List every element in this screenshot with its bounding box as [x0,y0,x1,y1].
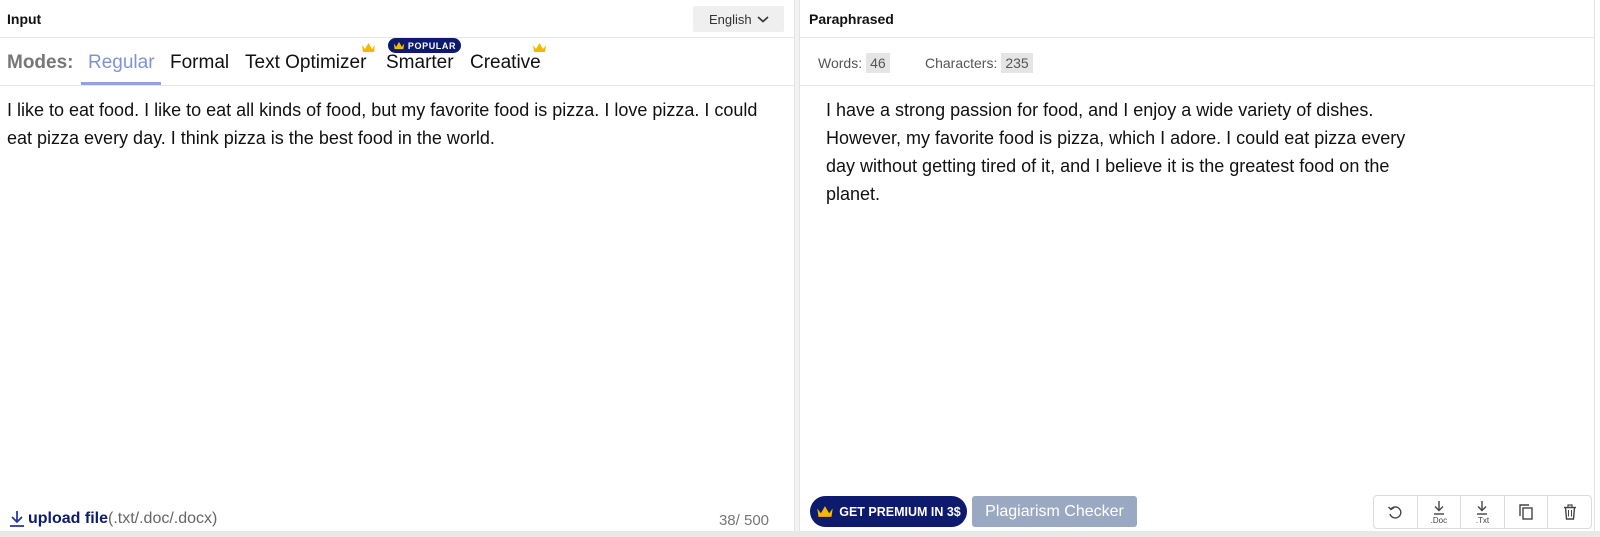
popular-label: POPULAR [407,40,457,51]
characters-label: Characters: [925,55,998,71]
output-toolbar: .Doc .Txt [1373,495,1592,529]
input-textarea[interactable]: I like to eat food. I like to eat all ki… [7,96,767,152]
get-premium-button[interactable]: GET PREMIUM IN 3$ [810,496,967,527]
download-txt-caption: .Txt [1475,515,1490,525]
tab-smarter[interactable]: Smarter [386,52,454,74]
words-value: 46 [866,53,890,73]
tab-regular[interactable]: Regular [88,52,155,74]
stats-bar: Words: 46 Characters: 235 [800,38,1594,86]
plagiarism-checker-button[interactable]: Plagiarism Checker [972,496,1137,527]
modes-bar: Modes: Regular Formal Text Optimizer Sma… [0,38,794,86]
tab-formal[interactable]: Formal [170,52,229,74]
chevron-down-icon [757,16,769,23]
undo-icon [1388,506,1402,519]
output-header: Paraphrased [800,0,1594,38]
output-title: Paraphrased [809,11,894,27]
popular-badge: POPULAR [388,38,461,53]
crown-icon [817,506,833,517]
download-icon [1477,500,1488,515]
download-doc-caption: .Doc [1430,515,1448,525]
download-txt-button[interactable]: .Txt [1461,496,1505,528]
paraphrased-output: I have a strong passion for food, and I … [826,100,1406,204]
language-value: English [709,11,752,27]
tab-creative[interactable]: Creative [470,52,541,74]
active-tab-indicator [81,82,161,85]
upload-file-link[interactable]: upload file (.txt/.doc/.docx) [9,510,217,528]
download-icon [1433,500,1444,515]
upload-label: upload file [28,510,108,527]
crown-icon [533,43,546,52]
crown-icon [393,41,405,50]
input-header: Input English [0,0,794,38]
undo-button[interactable] [1374,496,1418,528]
words-stat: Words: 46 [818,53,890,73]
words-label: Words: [818,55,863,71]
input-panel: Input English Modes: Regular Formal Text… [0,0,795,531]
download-doc-button[interactable]: .Doc [1418,496,1462,528]
upload-icon [10,511,24,527]
word-counter: 38/ 500 [718,512,769,529]
delete-button[interactable] [1548,496,1591,528]
copy-icon [1519,504,1533,520]
bottom-scrollbar[interactable] [0,531,1600,537]
crown-icon [362,43,375,52]
input-title: Input [7,11,42,27]
premium-label: GET PREMIUM IN 3$ [839,504,961,519]
characters-value: 235 [1001,53,1033,73]
modes-label: Modes: [7,52,74,73]
language-select[interactable]: English [693,6,784,32]
trash-icon [1563,504,1576,520]
output-panel: Paraphrased Words: 46 Characters: 235 I … [799,0,1595,531]
tab-text-optimizer[interactable]: Text Optimizer [245,52,366,74]
characters-stat: Characters: 235 [925,53,1033,73]
copy-button[interactable] [1505,496,1549,528]
upload-extensions: (.txt/.doc/.docx) [108,510,218,527]
